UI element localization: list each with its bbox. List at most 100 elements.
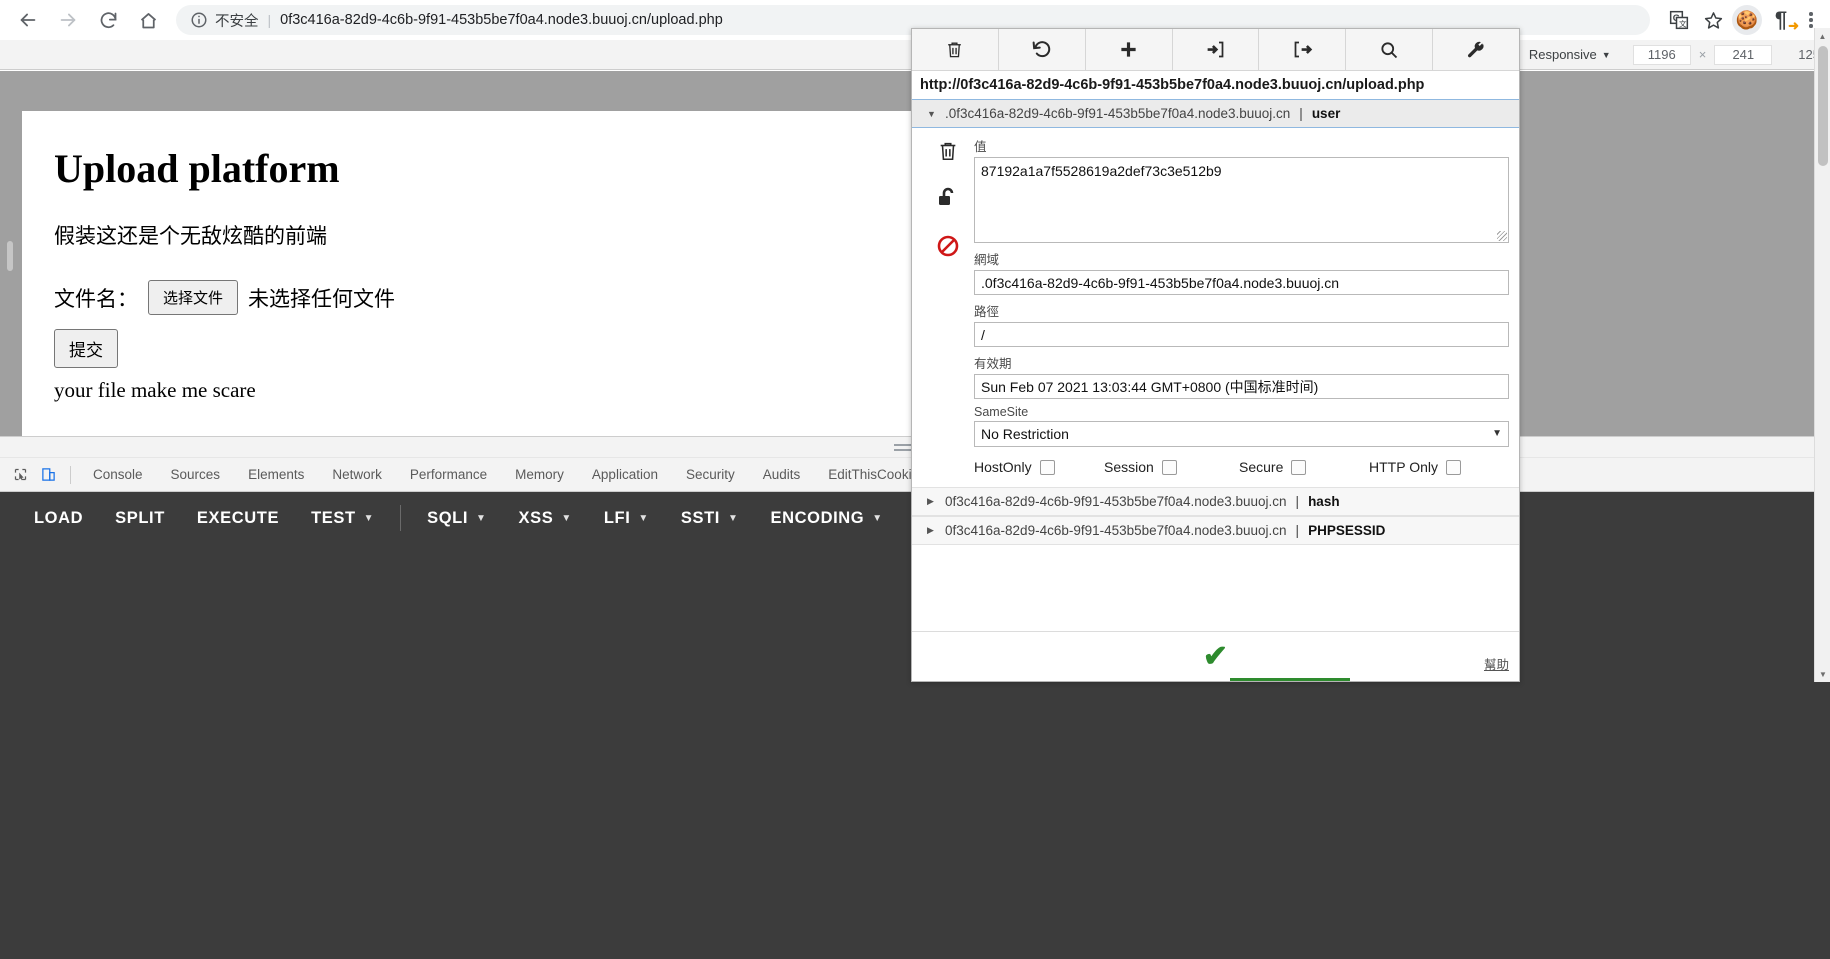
cookie-name-label: hash — [1308, 494, 1340, 509]
session-checkbox-wrap[interactable]: Session — [1104, 459, 1239, 475]
viewport-width-input[interactable]: 1196 — [1632, 44, 1691, 65]
triangle-right-icon: ▶ — [927, 525, 934, 535]
delete-cookie-button[interactable] — [937, 140, 959, 168]
import-icon — [1207, 41, 1224, 58]
chevron-down-icon: ▼ — [1492, 428, 1502, 439]
devtools-tab-console[interactable]: Console — [79, 467, 157, 482]
chevron-down-icon: ▼ — [638, 512, 649, 524]
triangle-down-icon: ▼ — [927, 108, 936, 119]
hackbar-test-menu[interactable]: TEST ▼ — [295, 509, 390, 528]
cookie-value-textarea[interactable]: 87192a1a7f5528619a2def73c3e512b9 — [974, 157, 1509, 243]
hackbar-load-button[interactable]: LOAD — [18, 509, 99, 528]
edit-this-cookie-extension-button[interactable]: 🍪 — [1732, 5, 1762, 35]
export-cookies-button[interactable] — [1259, 29, 1347, 70]
hackbar-ssti-menu[interactable]: SSTI ▼ — [665, 509, 755, 528]
kebab-dot — [1809, 12, 1813, 16]
cookie-domain-label: 0f3c416a-82d9-4c6b-9f91-453b5be7f0a4.nod… — [945, 523, 1287, 538]
submit-progress-bar — [1230, 678, 1350, 681]
hackbar-split-button[interactable]: SPLIT — [99, 509, 181, 528]
scroll-up-arrow-icon[interactable]: ▲ — [1815, 28, 1830, 44]
cookie-expires-input[interactable]: Sun Feb 07 2021 13:03:44 GMT+0800 (中国标准时… — [974, 374, 1509, 399]
devtools-tab-elements[interactable]: Elements — [234, 467, 318, 482]
httponly-checkbox-wrap[interactable]: HTTP Only — [1369, 459, 1461, 475]
hostonly-checkbox[interactable] — [1039, 459, 1055, 475]
confirm-check-icon[interactable]: ✔ — [1203, 639, 1228, 674]
choose-file-button[interactable]: 选择文件 — [148, 280, 239, 315]
unlock-icon — [939, 187, 954, 205]
bookmark-button[interactable] — [1696, 3, 1730, 37]
cookie-domain-input[interactable]: .0f3c416a-82d9-4c6b-9f91-453b5be7f0a4.no… — [974, 270, 1509, 295]
cookie-row-separator: | — [1295, 494, 1300, 509]
cookie-row-separator: | — [1299, 106, 1303, 121]
plus-icon — [1121, 42, 1136, 57]
chevron-down-icon: ▼ — [561, 512, 572, 524]
hackbar-sqli-menu[interactable]: SQLI ▼ — [411, 509, 502, 528]
arrow-accent-icon: ➜ — [1788, 18, 1799, 33]
device-selector-label: Responsive — [1528, 47, 1597, 62]
cookie-flags-row: HostOnly Session Secure HTTP Only — [974, 459, 1509, 475]
inspect-element-button[interactable] — [6, 461, 34, 489]
device-selector[interactable]: Responsive ▼ — [1529, 47, 1611, 62]
hackbar-encoding-menu[interactable]: ENCODING ▼ — [755, 509, 899, 528]
help-link[interactable]: 幫助 — [1484, 654, 1509, 673]
import-cookies-button[interactable] — [1173, 29, 1260, 70]
hackbar-xss-menu[interactable]: XSS ▼ — [503, 509, 588, 528]
add-cookie-button[interactable] — [1086, 29, 1173, 70]
scrollbar-thumb[interactable] — [1818, 46, 1828, 166]
arrow-left-icon — [20, 13, 36, 27]
devtools-tab-network[interactable]: Network — [318, 467, 396, 482]
cookie-path-input[interactable]: / — [974, 322, 1509, 347]
scroll-down-arrow-icon[interactable]: ▼ — [1815, 666, 1830, 682]
cookie-value-text: 87192a1a7f5528619a2def73c3e512b9 — [981, 163, 1222, 179]
viewport-height-input[interactable]: 241 — [1714, 44, 1773, 65]
block-cookie-button[interactable] — [936, 234, 960, 264]
back-button[interactable] — [8, 0, 48, 40]
forward-button[interactable] — [48, 0, 88, 40]
translate-button[interactable]: G 文 — [1662, 3, 1696, 37]
devtools-tab-application[interactable]: Application — [578, 467, 672, 482]
hackbar-execute-button[interactable]: EXECUTE — [181, 509, 295, 528]
devtools-tab-security[interactable]: Security — [672, 467, 749, 482]
viewport-resize-handle[interactable] — [7, 241, 13, 271]
httponly-checkbox[interactable] — [1445, 459, 1461, 475]
secure-checkbox-wrap[interactable]: Secure — [1239, 459, 1369, 475]
hackbar-menu-label: SQLI — [427, 508, 469, 527]
chrome-menu-button[interactable] — [1798, 12, 1824, 28]
cookie-popup-toolbar — [912, 29, 1519, 71]
search-cookies-button[interactable] — [1346, 29, 1434, 70]
cookie-domain-label: .0f3c416a-82d9-4c6b-9f91-453b5be7f0a4.no… — [945, 106, 1291, 121]
devtools-tab-audits[interactable]: Audits — [749, 467, 815, 482]
cookie-row-header-hash[interactable]: ▶ 0f3c416a-82d9-4c6b-9f91-453b5be7f0a4.n… — [912, 487, 1519, 516]
lock-cookie-button[interactable] — [936, 186, 960, 216]
cookie-samesite-select[interactable]: No Restriction ▼ — [974, 421, 1509, 447]
cookie-icon: 🍪 — [1735, 9, 1759, 30]
cookie-domain-field-label: 網域 — [974, 253, 1000, 267]
hackbar-lfi-menu[interactable]: LFI ▼ — [588, 509, 665, 528]
triangle-right-icon: ▶ — [927, 496, 934, 506]
chevron-down-icon: ▼ — [476, 512, 487, 524]
kebab-dot — [1809, 24, 1813, 28]
restore-cookies-button[interactable] — [999, 29, 1086, 70]
delete-all-cookies-button[interactable] — [912, 29, 999, 70]
home-button[interactable] — [128, 0, 168, 40]
trash-icon — [940, 142, 956, 161]
toggle-device-toolbar-button[interactable] — [34, 461, 62, 489]
omnibox-url: 0f3c416a-82d9-4c6b-9f91-453b5be7f0a4.nod… — [280, 12, 723, 28]
secure-checkbox[interactable] — [1291, 459, 1307, 475]
submit-button[interactable]: 提交 — [54, 329, 118, 368]
hackbar-menu-label: LFI — [603, 508, 631, 527]
hackbar-extension-button[interactable]: ¶ ➜ — [1764, 3, 1799, 37]
resize-grip-icon[interactable] — [1497, 231, 1507, 241]
cookie-row-header-user[interactable]: ▼ .0f3c416a-82d9-4c6b-9f91-453b5be7f0a4.… — [912, 99, 1519, 128]
devtools-tab-memory[interactable]: Memory — [501, 467, 578, 482]
cookie-row-header-phpsessid[interactable]: ▶ 0f3c416a-82d9-4c6b-9f91-453b5be7f0a4.n… — [912, 516, 1519, 545]
cookie-popup-scrollbar[interactable]: ▲ ▼ — [1814, 28, 1830, 682]
devtools-tab-performance[interactable]: Performance — [396, 467, 501, 482]
hostonly-checkbox-wrap[interactable]: HostOnly — [974, 459, 1104, 475]
devtools-tab-sources[interactable]: Sources — [157, 467, 235, 482]
pilcrow-icon: ¶ — [1774, 7, 1788, 32]
options-button[interactable] — [1433, 29, 1519, 70]
reload-button[interactable] — [88, 0, 128, 40]
chevron-down-icon: ▼ — [1601, 49, 1611, 60]
session-checkbox[interactable] — [1161, 459, 1177, 475]
